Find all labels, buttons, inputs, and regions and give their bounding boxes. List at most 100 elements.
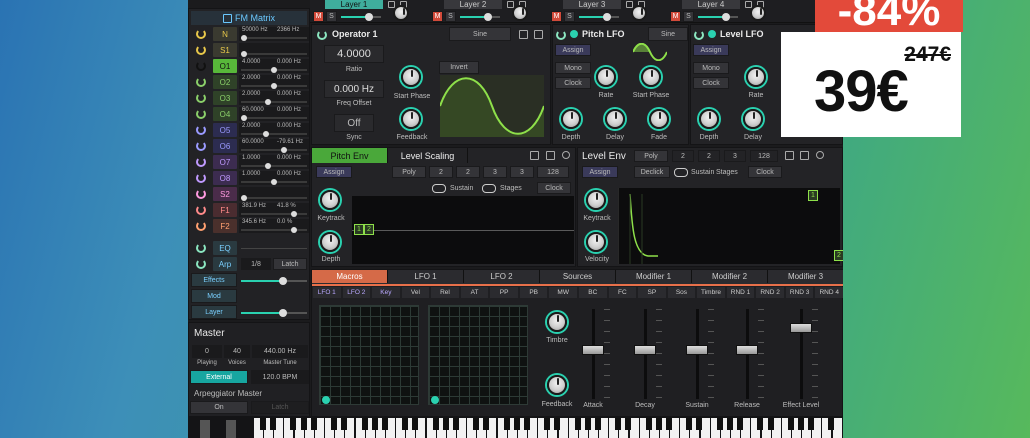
fader-cap[interactable] xyxy=(634,345,656,355)
layer-solo-button[interactable]: S xyxy=(326,11,337,22)
pitch-env-keytrack-knob[interactable] xyxy=(320,190,340,210)
level-env-assign-button[interactable]: Assign xyxy=(582,166,618,178)
black-key[interactable] xyxy=(432,418,439,430)
layer-mute-button[interactable]: M xyxy=(432,11,443,22)
arp-latch-button[interactable]: Latch xyxy=(273,258,307,270)
mod-button[interactable]: Mod xyxy=(191,289,237,303)
tab-macros[interactable]: Macros xyxy=(312,270,388,283)
fm-row-slider[interactable] xyxy=(241,115,307,121)
arp-button[interactable]: Arp xyxy=(213,257,237,271)
pitch-env-point-1[interactable]: 1 xyxy=(354,224,364,235)
layer-pan-knob[interactable] xyxy=(750,5,766,21)
source-rnd-3[interactable]: RND 3 xyxy=(785,287,814,298)
fm-row-name[interactable]: O3 xyxy=(213,91,237,105)
pitch-env-copy-icon[interactable] xyxy=(530,151,539,160)
fm-row-slider[interactable] xyxy=(241,83,307,89)
black-key[interactable] xyxy=(828,418,835,430)
layer-solo-button[interactable]: S xyxy=(445,11,456,22)
tab-modifier-2[interactable]: Modifier 2 xyxy=(692,270,768,283)
source-lfo-1[interactable]: LFO 1 xyxy=(313,287,341,298)
source-key[interactable]: Key xyxy=(372,287,400,298)
tab-layer-4[interactable]: Layer 4 xyxy=(682,0,740,9)
level-env-velocity-knob[interactable] xyxy=(586,232,606,252)
eq-button[interactable]: EQ xyxy=(213,241,237,255)
power-icon[interactable] xyxy=(196,173,206,183)
source-fc[interactable]: FC xyxy=(608,287,637,298)
xy-pad-2-handle[interactable] xyxy=(431,396,439,404)
power-icon[interactable] xyxy=(196,141,206,151)
freq-offset-field[interactable]: 0.000 Hz xyxy=(324,80,384,98)
power-icon[interactable] xyxy=(196,109,206,119)
black-key[interactable] xyxy=(554,418,561,430)
layer-button[interactable]: Layer xyxy=(191,305,237,319)
black-key[interactable] xyxy=(452,418,459,430)
black-key[interactable] xyxy=(523,418,530,430)
level-env-value-2[interactable]: 2 xyxy=(698,150,720,162)
layer-mute-button[interactable]: M xyxy=(670,11,681,22)
fm-row-slider[interactable] xyxy=(241,227,307,233)
black-key[interactable] xyxy=(574,418,581,430)
fm-row-slider[interactable] xyxy=(241,131,307,137)
fm-row-o7[interactable]: O7 1.0000 0.000 Hz xyxy=(189,155,309,169)
black-key[interactable] xyxy=(615,418,622,430)
fm-row-name[interactable]: S2 xyxy=(213,187,237,201)
black-key[interactable] xyxy=(655,418,662,430)
level-lfo-depth-knob[interactable] xyxy=(699,109,719,129)
black-key[interactable] xyxy=(787,418,794,430)
fm-row-s1[interactable]: S1 xyxy=(189,43,309,57)
pitch-lfo-clock-button[interactable]: Clock xyxy=(555,77,591,89)
pitch-env-stages-loop-icon[interactable] xyxy=(482,184,496,193)
xy-pad-1[interactable] xyxy=(319,305,419,405)
black-key[interactable] xyxy=(686,418,693,430)
pitch-env-zoom-icon[interactable] xyxy=(562,151,570,159)
invert-button[interactable]: Invert xyxy=(439,61,479,74)
layer-pan-knob[interactable] xyxy=(393,5,409,21)
black-key[interactable] xyxy=(666,418,672,430)
black-key[interactable] xyxy=(625,418,632,430)
fm-row-n[interactable]: N 50000 Hz 2366 Hz xyxy=(189,27,309,41)
pitch-env-clock-button[interactable]: Clock xyxy=(537,182,571,194)
fader-sustain[interactable] xyxy=(686,309,714,399)
black-key[interactable] xyxy=(361,418,368,430)
fm-row-slider[interactable] xyxy=(241,179,307,185)
feedback-macro-knob[interactable] xyxy=(547,375,567,395)
tab-lfo-1[interactable]: LFO 1 xyxy=(388,270,464,283)
copy-icon[interactable] xyxy=(519,30,528,39)
mod-wheel[interactable] xyxy=(226,420,236,438)
source-pp[interactable]: PP xyxy=(490,287,518,298)
source-rel[interactable]: Rel xyxy=(431,287,459,298)
tab-modifier-1[interactable]: Modifier 1 xyxy=(616,270,692,283)
power-icon[interactable] xyxy=(196,189,206,199)
fm-row-slider[interactable] xyxy=(241,99,307,105)
piano-keyboard[interactable] xyxy=(254,418,843,438)
tab-layer-2[interactable]: Layer 2 xyxy=(444,0,502,9)
fm-row-o5[interactable]: O5 2.0000 0.000 Hz xyxy=(189,123,309,137)
tab-modifier-3[interactable]: Modifier 3 xyxy=(768,270,843,283)
pitch-lfo-start-phase-knob[interactable] xyxy=(641,67,661,87)
fm-row-o4[interactable]: O4 60.0000 0.000 Hz xyxy=(189,107,309,121)
sync-external-button[interactable]: External xyxy=(190,370,248,384)
fm-row-name[interactable]: F1 xyxy=(213,203,237,217)
layer-volume-slider[interactable] xyxy=(698,13,738,21)
xy-pad-1-handle[interactable] xyxy=(322,396,330,404)
power-icon[interactable] xyxy=(196,221,206,231)
fm-row-f1[interactable]: F1 381.9 Hz 41.8 % xyxy=(189,203,309,217)
source-lfo-2[interactable]: LFO 2 xyxy=(342,287,371,298)
level-env-paste-icon[interactable] xyxy=(800,151,809,160)
power-icon[interactable] xyxy=(196,93,206,103)
feedback-knob[interactable] xyxy=(401,109,421,129)
black-key[interactable] xyxy=(402,418,409,430)
source-timbre[interactable]: Timbre xyxy=(697,287,725,298)
black-key[interactable] xyxy=(737,418,744,430)
black-key[interactable] xyxy=(696,418,703,430)
pitch-env-value-5[interactable]: 128 xyxy=(537,166,569,178)
fm-matrix-header[interactable]: FM Matrix xyxy=(191,11,307,25)
black-key[interactable] xyxy=(331,418,338,430)
fm-row-slider[interactable] xyxy=(241,163,307,169)
level-lfo-assign-button[interactable]: Assign xyxy=(693,44,729,56)
level-env-point-2[interactable]: 2 xyxy=(834,250,843,261)
layer-volume-slider[interactable] xyxy=(460,13,500,21)
level-env-keytrack-knob[interactable] xyxy=(586,190,606,210)
fader-cap[interactable] xyxy=(686,345,708,355)
master-tune-value[interactable]: 440.00 Hz xyxy=(252,345,308,358)
